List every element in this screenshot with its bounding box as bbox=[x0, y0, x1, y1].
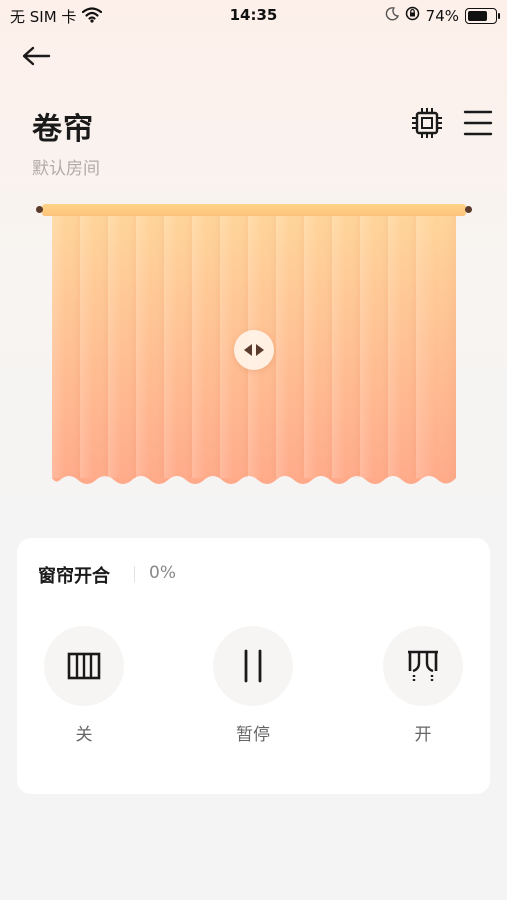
moon-icon bbox=[385, 6, 399, 25]
close-label: 关 bbox=[75, 725, 93, 745]
battery-icon bbox=[465, 7, 500, 24]
menu-icon bbox=[463, 110, 493, 136]
status-bar: 无 SIM 卡 14:35 74% bbox=[0, 0, 507, 30]
pause-control: 暂停 bbox=[213, 626, 293, 745]
orientation-lock-icon bbox=[405, 6, 420, 25]
curtain-open-icon bbox=[408, 650, 438, 681]
curtain-drag-handle[interactable] bbox=[234, 330, 274, 370]
pause-icon bbox=[244, 649, 262, 683]
close-button[interactable] bbox=[44, 626, 124, 706]
open-control: 开 bbox=[383, 626, 463, 745]
room-subtitle: 默认房间 bbox=[32, 159, 100, 179]
curtain-close-icon bbox=[67, 652, 101, 680]
close-control: 关 bbox=[44, 626, 124, 745]
open-button[interactable] bbox=[383, 626, 463, 706]
back-arrow-icon bbox=[22, 46, 51, 66]
rod-end-right bbox=[465, 206, 472, 213]
open-percentage: 0% bbox=[149, 563, 176, 583]
curtain-rod bbox=[42, 204, 466, 216]
menu-button[interactable] bbox=[462, 108, 494, 138]
page-title: 卷帘 bbox=[32, 112, 94, 147]
open-label: 开 bbox=[414, 725, 432, 745]
device-settings-button[interactable] bbox=[410, 106, 444, 140]
rod-end-left bbox=[36, 206, 43, 213]
pause-button[interactable] bbox=[213, 626, 293, 706]
back-button[interactable] bbox=[20, 42, 52, 70]
control-title: 窗帘开合 bbox=[38, 566, 110, 587]
pause-label: 暂停 bbox=[236, 725, 270, 745]
curtain-control-card: 窗帘开合 0% 关 暂停 开 bbox=[17, 538, 490, 794]
battery-fill bbox=[468, 10, 487, 21]
divider bbox=[134, 566, 135, 582]
drag-handle-icon bbox=[244, 344, 264, 356]
chip-icon bbox=[412, 108, 442, 138]
status-right: 74% bbox=[385, 6, 500, 25]
battery-text: 74% bbox=[425, 6, 459, 25]
